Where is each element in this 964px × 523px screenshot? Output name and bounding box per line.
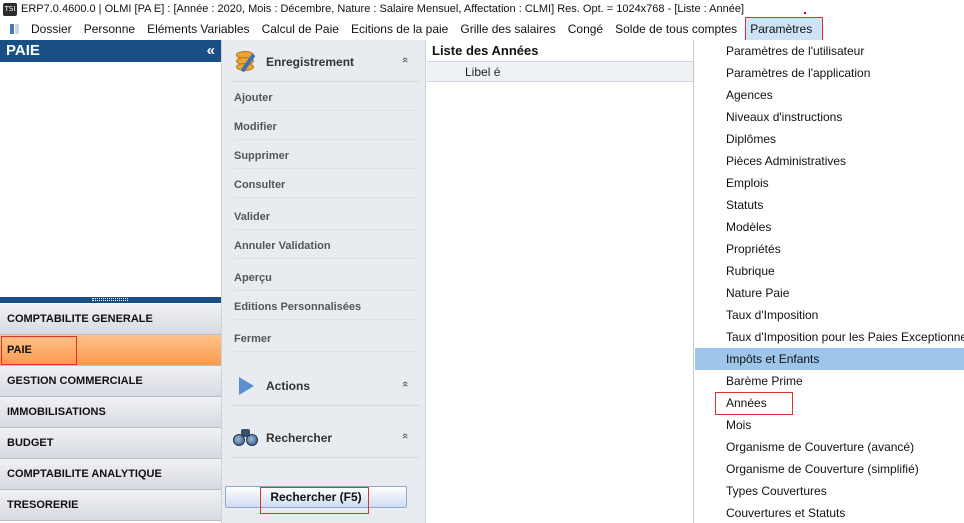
highlight-box [260, 487, 369, 514]
action-ajouter[interactable]: Ajouter [234, 85, 418, 111]
window-menu-icon[interactable] [10, 24, 20, 34]
menu-dossier[interactable]: Dossier [25, 18, 78, 40]
section-enregistrement[interactable]: Enregistrement « [232, 42, 420, 82]
module-immobilisations[interactable]: IMMOBILISATIONS [0, 397, 221, 428]
collapse-actions-icon[interactable]: « [399, 381, 411, 387]
parametres-dropdown-menu: Paramètres de l'utilisateur Paramètres d… [693, 40, 964, 523]
menu-item-niveaux-instructions[interactable]: Niveaux d'instructions [695, 106, 964, 128]
menu-parametres[interactable]: Paramètres [745, 17, 824, 41]
action-fermer[interactable]: Fermer [234, 326, 418, 352]
menu-item-proprietes[interactable]: Propriétés [695, 238, 964, 260]
menu-item-nature-paie[interactable]: Nature Paie [695, 282, 964, 304]
action-panel: Enregistrement « Ajouter Modifier Suppri… [221, 40, 426, 523]
menu-item-organisme-couverture-avance[interactable]: Organisme de Couverture (avancé) [695, 436, 964, 458]
menu-item-taux-imposition[interactable]: Taux d'Imposition [695, 304, 964, 326]
menu-item-mois[interactable]: Mois [695, 414, 964, 436]
section-rechercher[interactable]: Rechercher « [232, 418, 420, 458]
database-edit-icon [232, 48, 260, 76]
action-consulter[interactable]: Consulter [234, 172, 418, 198]
app-window: TSI ERP7.0.4600.0 | OLMI [PA E] : [Année… [0, 0, 964, 523]
collapse-rechercher-icon[interactable]: « [399, 433, 411, 439]
menu-bar: Dossier Personne Eléments Variables Calc… [0, 17, 964, 41]
title-bar: TSI ERP7.0.4600.0 | OLMI [PA E] : [Année… [0, 0, 964, 18]
column-header-libelle[interactable]: Libel é [427, 62, 693, 82]
menu-item-statuts[interactable]: Statuts [695, 194, 964, 216]
module-comptabilite-analytique[interactable]: COMPTABILITE ANALYTIQUE [0, 459, 221, 490]
highlight-box [715, 392, 793, 415]
module-list: COMPTABILITE GENERALE PAIE GESTION COMME… [0, 304, 221, 521]
menu-item-parametres-application[interactable]: Paramètres de l'application [695, 62, 964, 84]
menu-item-organisme-couverture-simplifie[interactable]: Organisme de Couverture (simplifié) [695, 458, 964, 480]
menu-item-agences[interactable]: Agences [695, 84, 964, 106]
module-paie[interactable]: PAIE [0, 335, 221, 366]
list-title: Liste des Années [427, 40, 693, 62]
action-modifier[interactable]: Modifier [234, 114, 418, 140]
menu-item-rubrique[interactable]: Rubrique [695, 260, 964, 282]
menu-item-taux-imposition-exceptionnelles[interactable]: Taux d'Imposition pour les Paies Excepti… [695, 326, 964, 348]
left-panel-title: PAIE [6, 42, 40, 59]
module-tresorerie[interactable]: TRESORERIE [0, 490, 221, 521]
left-panel-header: PAIE « [0, 40, 221, 62]
menu-item-bareme-prime[interactable]: Barème Prime [695, 370, 964, 392]
panel-splitter[interactable] [0, 297, 221, 303]
menu-elements-variables[interactable]: Eléments Variables [141, 18, 256, 40]
binoculars-icon [232, 424, 260, 452]
action-supprimer[interactable]: Supprimer [234, 143, 418, 169]
splitter-grip-icon[interactable] [92, 298, 128, 301]
section-enregistrement-title: Enregistrement [266, 54, 355, 69]
module-gestion-commerciale[interactable]: GESTION COMMERCIALE [0, 366, 221, 397]
play-icon [232, 372, 260, 400]
menu-item-pieces-administratives[interactable]: Pièces Administratives [695, 150, 964, 172]
red-dot-marker [804, 12, 806, 14]
left-navigation-panel: PAIE « COMPTABILITE GENERALE PAIE GESTIO… [0, 40, 221, 523]
menu-item-modeles[interactable]: Modèles [695, 216, 964, 238]
menu-calcul-de-paie[interactable]: Calcul de Paie [256, 18, 345, 40]
app-logo-icon: TSI [3, 2, 17, 16]
action-annuler-validation[interactable]: Annuler Validation [234, 233, 418, 259]
menu-item-types-couvertures[interactable]: Types Couvertures [695, 480, 964, 502]
menu-item-impots-et-enfants[interactable]: Impôts et Enfants [695, 348, 964, 370]
section-actions[interactable]: Actions « [232, 366, 420, 406]
menu-item-diplomes[interactable]: Diplômes [695, 128, 964, 150]
menu-personne[interactable]: Personne [78, 18, 141, 40]
menu-item-parametres-utilisateur[interactable]: Paramètres de l'utilisateur [695, 40, 964, 62]
collapse-enregistrement-icon[interactable]: « [399, 57, 411, 63]
section-rechercher-title: Rechercher [266, 430, 333, 445]
menu-editions-de-la-paie[interactable]: Ecitions de la paie [345, 18, 454, 40]
module-comptabilite-generale[interactable]: COMPTABILITE GENERALE [0, 304, 221, 335]
menu-item-emplois[interactable]: Emplois [695, 172, 964, 194]
module-budget[interactable]: BUDGET [0, 428, 221, 459]
highlight-box [1, 336, 77, 365]
list-body[interactable] [427, 83, 693, 523]
menu-solde-de-tous-comptes[interactable]: Solde de tous comptes [609, 18, 743, 40]
action-valider[interactable]: Valider [234, 204, 418, 230]
collapse-panel-icon[interactable]: « [207, 40, 215, 62]
action-editions-personnalisees[interactable]: Editions Personnalisées [234, 294, 418, 320]
menu-item-couvertures-et-statuts[interactable]: Couvertures et Statuts [695, 502, 964, 523]
menu-conge[interactable]: Congé [562, 18, 609, 40]
list-pane: Liste des Années Libel é [427, 40, 693, 523]
window-title: ERP7.0.4600.0 | OLMI [PA E] : [Année : 2… [21, 3, 745, 15]
section-actions-title: Actions [266, 378, 311, 393]
menu-grille-des-salaires[interactable]: Grille des salaires [454, 18, 561, 40]
action-apercu[interactable]: Aperçu [234, 265, 418, 291]
